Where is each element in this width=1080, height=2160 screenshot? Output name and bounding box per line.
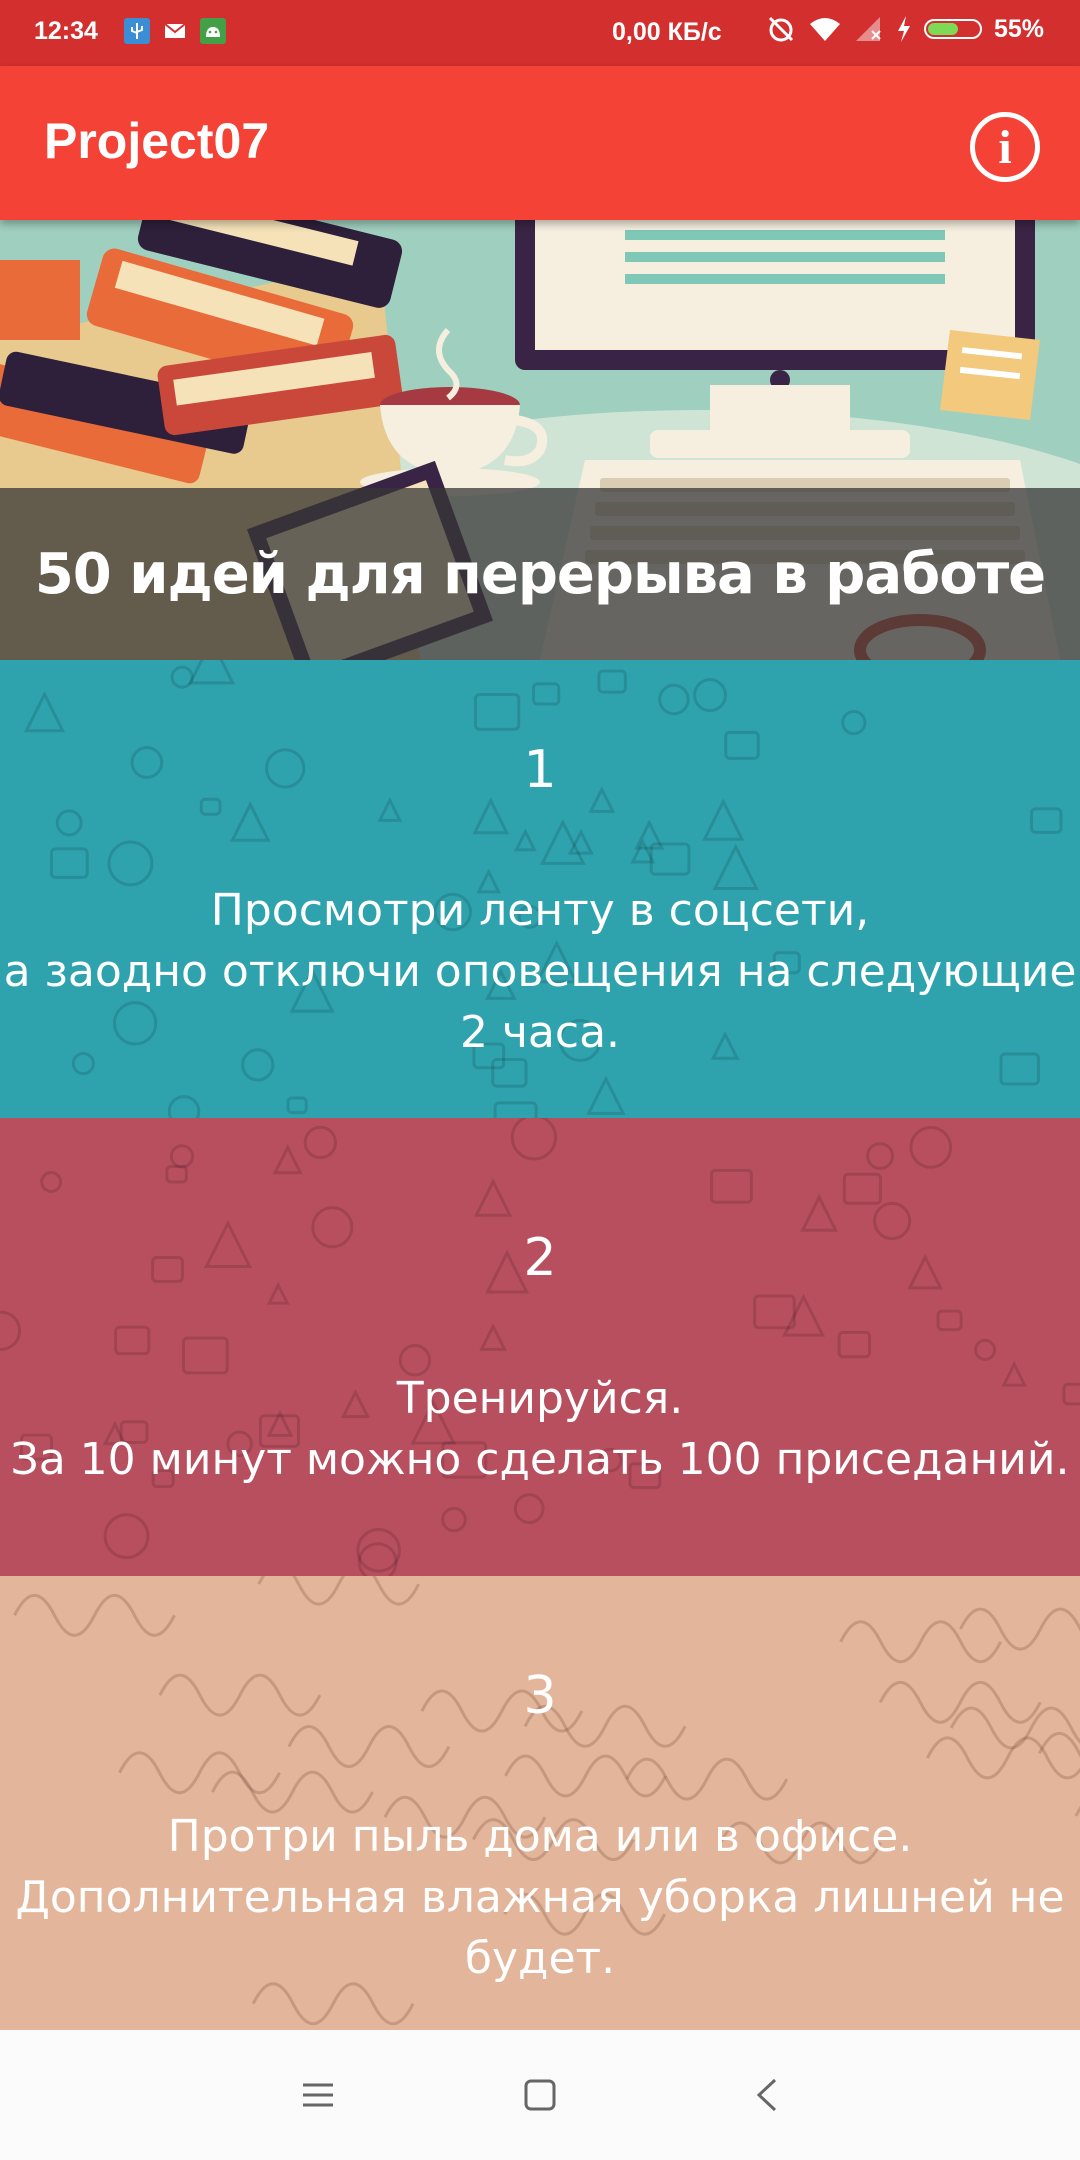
wifi-icon [809, 18, 840, 41]
idea-card[interactable]: 3 Протри пыль дома или в офисе. Дополнит… [0, 1576, 1080, 2034]
idea-text-line: 2 часа. [459, 1007, 621, 1058]
idea-text-line: Тренируйся. [396, 1373, 684, 1424]
battery-percent: 55% [993, 14, 1044, 43]
hero-overlay: 50 идей для перерыва в работе [0, 488, 1080, 660]
idea-text: Просмотри ленту в соцсети, а заодно откл… [0, 880, 1080, 1063]
idea-text-line: Просмотри ленту в соцсети, [210, 885, 870, 936]
hero-headline: 50 идей для перерыва в работе [34, 541, 1046, 607]
idea-card[interactable]: 2 Тренируйся. За 10 минут можно сделать … [0, 1118, 1080, 1576]
system-status: 55% [766, 14, 1044, 44]
idea-text-line: Протри пыль дома или в офисе. [167, 1811, 913, 1862]
battery-icon [923, 19, 982, 39]
home-square-icon[interactable] [515, 2070, 565, 2120]
network-speed: 0,00 КБ/с [612, 18, 722, 46]
idea-text: Тренируйся. За 10 минут можно сделать 10… [0, 1368, 1080, 1490]
idea-text-line: Дополнительная влажная уборка лишней не [15, 1872, 1065, 1923]
charging-bolt-icon [897, 16, 910, 42]
idea-text-line: а заодно отключи оповещения на следующие [3, 946, 1077, 997]
idea-text: Протри пыль дома или в офисе. Дополнител… [0, 1806, 1080, 1989]
idea-card[interactable]: 1 Просмотри ленту в соцсети, а заодно от… [0, 660, 1080, 1118]
idea-number: 1 [523, 740, 557, 800]
idea-number: 3 [523, 1666, 557, 1726]
android-icon [200, 18, 226, 44]
menu-icon[interactable] [293, 2070, 343, 2120]
back-icon[interactable] [742, 2070, 792, 2120]
info-glyph: i [998, 120, 1012, 174]
doodle-pattern [0, 1118, 1080, 1576]
app-bar: Project07 i [0, 66, 1080, 220]
alarm-off-icon [768, 16, 794, 42]
no-signal-icon [855, 17, 881, 41]
app-title: Project07 [44, 113, 270, 169]
status-bar: 12:34 0,00 КБ/с 55% [0, 0, 1080, 66]
usb-icon [124, 18, 150, 44]
info-icon[interactable]: i [970, 112, 1040, 182]
idea-number: 2 [523, 1228, 557, 1288]
hero-banner: 50 идей для перерыва в работе [0, 220, 1080, 660]
notification-icons [124, 18, 226, 44]
status-time: 12:34 [34, 17, 98, 45]
idea-text-line: будет. [464, 1933, 616, 1984]
navigation-bar [0, 2030, 1080, 2160]
mail-icon [162, 18, 188, 44]
idea-text-line: За 10 минут можно сделать 100 приседаний… [10, 1434, 1070, 1485]
